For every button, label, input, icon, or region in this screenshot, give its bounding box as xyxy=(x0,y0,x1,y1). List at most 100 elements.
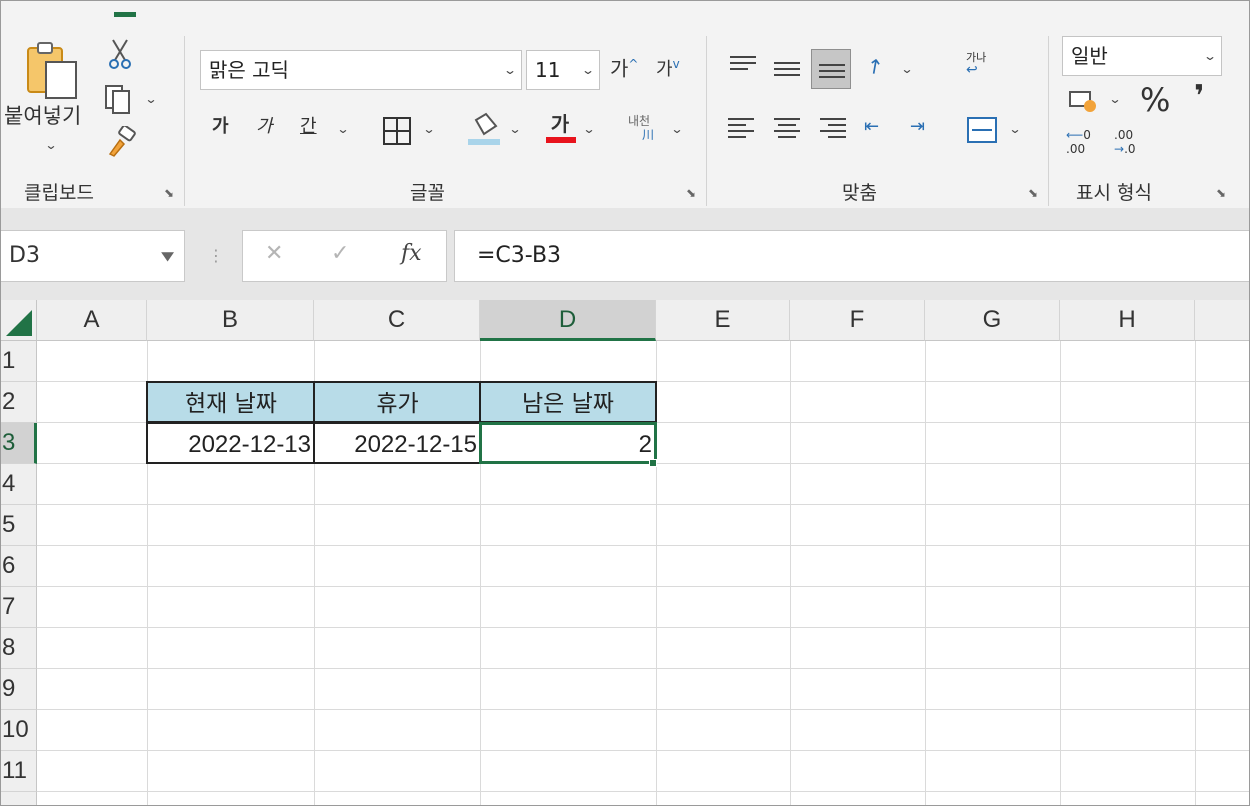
increase-font-size-button[interactable]: 가^ xyxy=(610,58,638,79)
shrink-font-label: 가 xyxy=(656,59,673,80)
align-left-icon[interactable] xyxy=(728,118,754,140)
cell-b3[interactable]: 2022-12-13 xyxy=(146,422,316,464)
chevron-down-icon: ▼ xyxy=(160,249,174,263)
gridline xyxy=(37,627,1250,628)
underline-button[interactable]: 간 xyxy=(300,118,317,136)
row-header-11[interactable]: 11 xyxy=(0,751,37,792)
decrease-indent-icon[interactable]: ⇤ xyxy=(864,118,879,136)
wrap-text-button[interactable]: 가나 ↩ xyxy=(966,52,986,78)
formula-buttons: ✕ ✓ fx xyxy=(242,230,447,282)
underline-chevron-down-icon[interactable]: ⌄ xyxy=(336,122,349,136)
column-header-i[interactable] xyxy=(1195,300,1250,341)
font-group-label: 글꼴 xyxy=(410,182,445,204)
row-header-6[interactable]: 6 xyxy=(0,546,37,587)
column-header-h[interactable]: H xyxy=(1060,300,1195,341)
decrease-decimal-label: .00 xyxy=(1114,128,1134,142)
insert-function-icon[interactable]: fx xyxy=(401,241,422,266)
column-header-d[interactable]: D xyxy=(480,300,656,341)
increase-decimal-button[interactable]: ⟵0.00 xyxy=(1066,128,1091,156)
fill-color-icon[interactable] xyxy=(468,112,500,146)
row-header-3[interactable]: 3 xyxy=(0,423,37,464)
formula-input[interactable]: =C3-B3 xyxy=(454,230,1250,282)
row-header-1[interactable]: 1 xyxy=(0,341,37,382)
accounting-chevron-down-icon[interactable]: ⌄ xyxy=(1108,92,1121,106)
cell-c2[interactable]: 휴가 xyxy=(313,381,482,423)
row-header-9[interactable]: 9 xyxy=(0,669,37,710)
column-header-f[interactable]: F xyxy=(790,300,925,341)
paste-icon[interactable] xyxy=(26,40,80,100)
align-right-icon[interactable] xyxy=(820,118,846,140)
worksheet-grid[interactable]: A B C D E F G H 1 2 3 4 5 6 7 8 9 10 11 … xyxy=(0,300,1250,806)
cell-d2[interactable]: 남은 날짜 xyxy=(479,381,657,423)
font-color-label: 가 xyxy=(550,112,570,136)
percent-style-button[interactable]: % xyxy=(1140,84,1170,116)
align-center-icon[interactable] xyxy=(774,118,800,140)
cut-icon[interactable] xyxy=(108,38,132,70)
gridline xyxy=(925,341,926,806)
copy-chevron-down-icon[interactable]: ⌄ xyxy=(144,92,157,106)
bottom-align-button[interactable] xyxy=(811,49,851,89)
row-header-8[interactable]: 8 xyxy=(0,628,37,669)
number-format-select[interactable]: 일반 ⌄ xyxy=(1062,36,1222,76)
column-header-b[interactable]: B xyxy=(147,300,314,341)
select-all-button[interactable] xyxy=(0,300,37,341)
orientation-icon[interactable]: ↗ xyxy=(861,51,888,80)
row-header-10[interactable]: 10 xyxy=(0,710,37,751)
cell-b2[interactable]: 현재 날짜 xyxy=(146,381,316,423)
comma-style-button[interactable]: ❜ xyxy=(1194,82,1204,112)
decrease-font-size-button[interactable]: 가v xyxy=(656,58,680,79)
borders-icon[interactable] xyxy=(382,116,412,146)
format-painter-icon[interactable] xyxy=(106,126,138,158)
bold-button[interactable]: 가 xyxy=(212,118,229,136)
copy-icon[interactable] xyxy=(104,84,138,114)
orientation-chevron-down-icon[interactable]: ⌄ xyxy=(900,62,913,76)
column-header-e[interactable]: E xyxy=(656,300,790,341)
top-align-icon[interactable] xyxy=(730,56,756,78)
group-divider xyxy=(1048,36,1049,206)
phonetic-chevron-down-icon[interactable]: ⌄ xyxy=(670,122,683,136)
row-header-7[interactable]: 7 xyxy=(0,587,37,628)
chevron-down-icon: ⌄ xyxy=(1202,49,1218,63)
ribbon-tab-strip xyxy=(0,0,1250,22)
column-header-a[interactable]: A xyxy=(37,300,147,341)
gridline xyxy=(1195,341,1196,806)
column-header-c[interactable]: C xyxy=(314,300,480,341)
alignment-launcher-icon[interactable]: ⬊ xyxy=(1026,186,1040,200)
gridline xyxy=(37,586,1250,587)
column-header-g[interactable]: G xyxy=(925,300,1060,341)
row-header-4[interactable]: 4 xyxy=(0,464,37,505)
font-launcher-icon[interactable]: ⬊ xyxy=(684,186,698,200)
right-arrow-icon: → xyxy=(1114,142,1125,156)
paste-button-label[interactable]: 붙여넣기 xyxy=(4,106,81,127)
font-name-select[interactable]: 맑은 고딕 ⌄ xyxy=(200,50,522,90)
drag-handle-icon[interactable]: ⋮ xyxy=(208,246,224,265)
gridline xyxy=(37,668,1250,669)
font-color-button[interactable]: 가 xyxy=(546,112,576,143)
cancel-icon[interactable]: ✕ xyxy=(265,241,283,266)
row-header-5[interactable]: 5 xyxy=(0,505,37,546)
merge-center-icon[interactable] xyxy=(966,116,998,144)
decrease-decimal-button[interactable]: .00 →.0 xyxy=(1114,128,1136,156)
clipboard-launcher-icon[interactable]: ⬊ xyxy=(162,186,176,200)
name-box[interactable]: D3 ▼ xyxy=(0,230,185,282)
paste-chevron-down-icon[interactable]: ⌄ xyxy=(44,138,57,152)
merge-chevron-down-icon[interactable]: ⌄ xyxy=(1008,122,1021,136)
font-size-select[interactable]: 11 ⌄ xyxy=(526,50,600,90)
borders-chevron-down-icon[interactable]: ⌄ xyxy=(422,122,435,136)
phonetic-guide-button[interactable]: 내천 川 xyxy=(628,114,654,142)
fill-handle[interactable] xyxy=(649,459,657,467)
gridline xyxy=(790,341,791,806)
gridline xyxy=(37,504,1250,505)
cell-c3[interactable]: 2022-12-15 xyxy=(313,422,482,464)
enter-icon[interactable]: ✓ xyxy=(331,241,349,266)
number-launcher-icon[interactable]: ⬊ xyxy=(1214,186,1228,200)
middle-align-icon[interactable] xyxy=(774,62,800,84)
accounting-format-icon[interactable] xyxy=(1068,88,1100,116)
fill-color-chevron-down-icon[interactable]: ⌄ xyxy=(508,122,521,136)
row-header-12[interactable] xyxy=(0,792,37,806)
italic-button[interactable]: 가 xyxy=(256,118,273,136)
increase-indent-icon[interactable]: ⇥ xyxy=(910,118,925,136)
name-box-value: D3 xyxy=(9,243,40,268)
row-header-2[interactable]: 2 xyxy=(0,382,37,423)
font-color-chevron-down-icon[interactable]: ⌄ xyxy=(582,122,595,136)
